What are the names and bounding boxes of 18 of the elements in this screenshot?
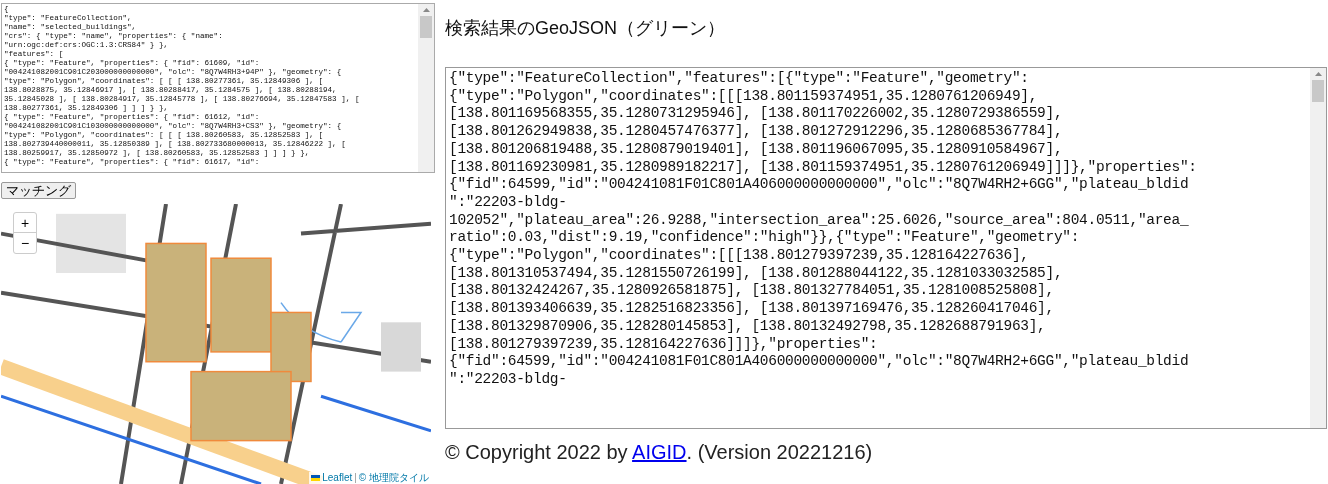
zoom-out-button[interactable]: −	[14, 233, 36, 253]
flag-icon	[311, 475, 321, 481]
zoom-in-button[interactable]: +	[14, 213, 36, 233]
scrollbar-thumb[interactable]	[1312, 80, 1324, 102]
tiles-link[interactable]: © 地理院タイル	[358, 472, 429, 484]
scrollbar-thumb[interactable]	[420, 16, 432, 38]
scrollbar[interactable]	[418, 4, 434, 172]
scroll-up-arrow-icon[interactable]	[1314, 72, 1322, 76]
separator: |	[354, 472, 357, 484]
input-field[interactable]: {"type":"FeatureCollection","features":[{"type":"Feature","geometry": {"type":"Polygon","coordinates":[[[138.801159374951,35.1280761206949], [138.801169568355,35.1280731295946], [138.801170226002,35.1280729386559], [138.801262949838,35.1280457476377], [138.801272912296,35.1280685367784], [138.801206819488,35.1280879019401], [138.801196067095,35.1280910584967], [138.801169230981,35.1280989182217], [138.801159374951,35.1280761206949]]]},"properties": {"fid":64599,"id":"004241081F01C801A406000000000000","olc":"8Q7W4RH2+6GG","plateau_bldid ":"22203-bldg- 102052","plateau_area":26.9288,"intersection_area":25.6026,"source_area":804.0511,"area_ ratio":0.03,"dist":9.19,"confidence":"high"}},{"type":"Feature","geometry": {"type":"Polygon","coordinates":[[[138.801279397239,35.128164227636], [138.801310537494,35.1281550726199], [138.801288044122,35.1281033032585], [138.80132424267,35.1280926581875], [138.801327784051,35.1281008525808], [138.801393406639,35.1282516823356], [138.801397169476,35.128260417046], [138.801329870906,35.128280145853], [138.80132492798,35.1282688791963], [138.801279397239,35.128164227636]]]},"properties": {"fid":64599,"id":"004241081F01C801A406000000000000","olc":"8Q7W4RH2+6GG","plateau_bldid ":"22203-bldg-	[445, 67, 1327, 429]
leaflet-link[interactable]: Leaflet	[322, 472, 353, 484]
result-title: 検索結果のGeoJSON（グリーン）	[445, 17, 727, 40]
map[interactable]: + − Leaflet | © 地理院タイル	[1, 204, 431, 484]
scrollbar[interactable]	[1310, 68, 1326, 428]
aigid-link[interactable]: AIGID	[632, 441, 687, 463]
match-button[interactable]: マッチング	[1, 182, 76, 199]
copyright-text: © Copyright 2022 by AIGID. (Version 20221216)	[445, 440, 874, 465]
scroll-up-arrow-icon[interactable]	[422, 8, 430, 12]
